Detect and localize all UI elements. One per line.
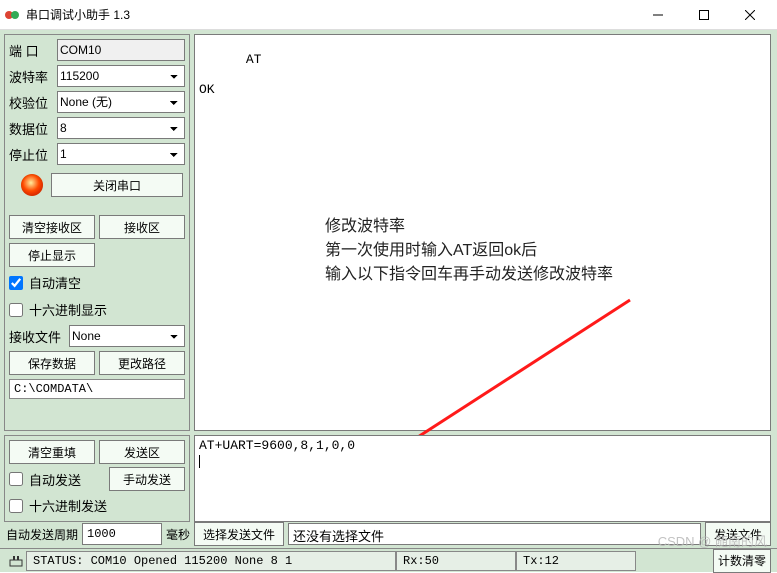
status-text: STATUS: COM10 Opened 115200 None 8 1	[26, 551, 396, 571]
rxfile-select[interactable]: None	[69, 325, 185, 347]
hex-send-checkbox[interactable]: 十六进制发送	[9, 494, 185, 517]
selected-file-label: 还没有选择文件	[288, 523, 701, 545]
manual-send-button[interactable]: 手动发送	[109, 467, 185, 491]
clear-refill-button[interactable]: 清空重填	[9, 440, 95, 464]
databits-select[interactable]: 8	[57, 117, 185, 139]
select-send-file-button[interactable]: 选择发送文件	[194, 522, 284, 546]
auto-period-label: 自动发送周期	[6, 526, 78, 543]
change-path-button[interactable]: 更改路径	[99, 351, 185, 375]
close-port-button[interactable]: 关闭串口	[51, 173, 183, 197]
maximize-button[interactable]	[681, 0, 727, 30]
annotation-text: 修改波特率 第一次使用时输入AT返回ok后 输入以下指令回车再手动发送修改波特率	[325, 215, 613, 287]
auto-send-checkbox[interactable]: 自动发送	[9, 468, 105, 491]
watermark-text: CSDN @ 随南的风	[658, 531, 767, 550]
baud-select[interactable]: 115200	[57, 65, 185, 87]
send-textarea[interactable]: AT+UART=9600,8,1,0,0	[194, 435, 771, 522]
count-clear-button[interactable]: 计数清零	[713, 549, 771, 573]
app-icon	[4, 7, 20, 23]
stopbits-label: 停止位	[9, 145, 53, 164]
stopbits-select[interactable]: 1	[57, 143, 185, 165]
tx-area-button[interactable]: 发送区	[99, 440, 185, 464]
auto-clear-checkbox[interactable]: 自动清空	[9, 271, 185, 294]
rx-count: Rx:50	[396, 551, 516, 571]
rxfile-label: 接收文件	[9, 327, 65, 346]
status-bar: STATUS: COM10 Opened 115200 None 8 1 Rx:…	[0, 548, 777, 572]
parity-select[interactable]: None (无)	[57, 91, 185, 113]
save-data-button[interactable]: 保存数据	[9, 351, 95, 375]
statusbar-icon	[6, 554, 26, 568]
window-title: 串口调试小助手 1.3	[26, 6, 635, 23]
send-panel: 清空重填 发送区 自动发送 手动发送 十六进制发送	[4, 435, 190, 522]
tx-count: Tx:12	[516, 551, 636, 571]
port-select[interactable]: COM10	[57, 39, 185, 61]
stop-display-button[interactable]: 停止显示	[9, 243, 95, 267]
config-panel: 端 口 COM10 波特率 115200 校验位 None (无) 数据位 8 …	[4, 34, 190, 431]
auto-period-unit: 毫秒	[166, 526, 190, 543]
receive-textarea[interactable]: AT OK 修改波特率 第一次使用时输入AT返回ok后 输入以下指令回车再手动发…	[194, 34, 771, 431]
databits-label: 数据位	[9, 119, 53, 138]
titlebar: 串口调试小助手 1.3	[0, 0, 777, 30]
parity-label: 校验位	[9, 93, 53, 112]
rx-area-button[interactable]: 接收区	[99, 215, 185, 239]
minimize-button[interactable]	[635, 0, 681, 30]
auto-period-input[interactable]	[82, 523, 162, 545]
hex-display-checkbox[interactable]: 十六进制显示	[9, 298, 185, 321]
port-label: 端 口	[9, 41, 53, 60]
status-indicator-icon	[21, 174, 43, 196]
clear-rx-button[interactable]: 清空接收区	[9, 215, 95, 239]
close-button[interactable]	[727, 0, 773, 30]
save-path-box: C:\COMDATA\	[9, 379, 185, 399]
baud-label: 波特率	[9, 67, 53, 86]
